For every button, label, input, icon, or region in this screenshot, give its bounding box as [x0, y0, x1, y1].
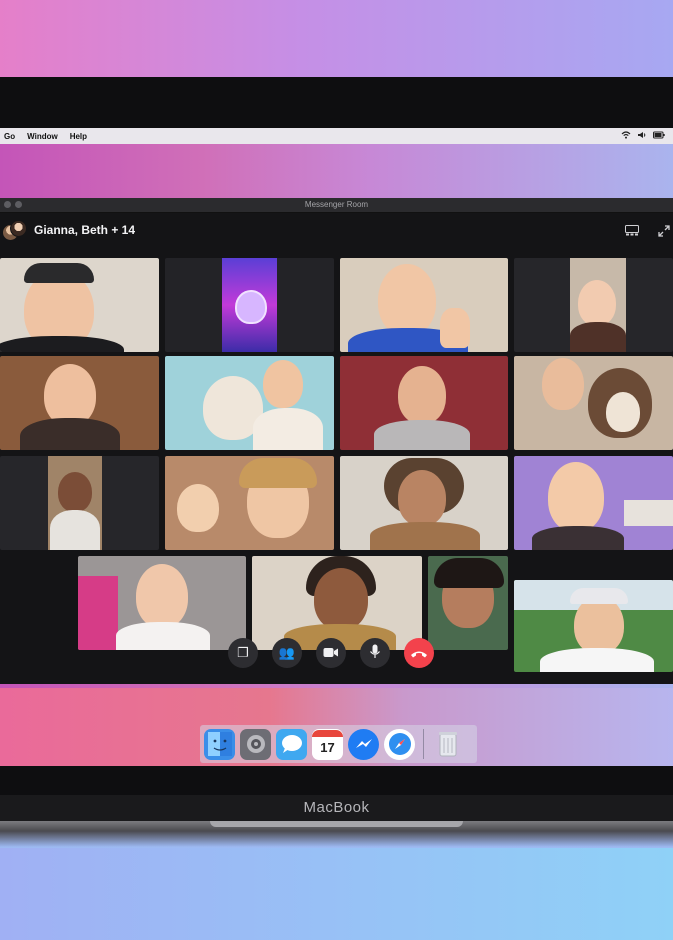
window-title: Messenger Room	[304, 200, 369, 209]
window-titlebar: Messenger Room	[0, 198, 673, 213]
calendar-icon[interactable]: 17	[312, 728, 343, 760]
background-gradient-top	[0, 0, 673, 80]
laptop-shadow	[0, 831, 673, 847]
share-screen-button[interactable]: ❐	[228, 638, 258, 668]
menu-go[interactable]: Go	[0, 132, 15, 141]
messages-icon[interactable]	[276, 728, 307, 760]
video-tile[interactable]	[340, 356, 508, 450]
end-call-icon	[410, 646, 428, 661]
menu-bar: Go Window Help	[0, 128, 673, 144]
video-tile[interactable]	[165, 356, 334, 450]
microphone-icon	[369, 644, 381, 662]
dock: 17	[200, 725, 477, 763]
laptop-chin	[0, 766, 673, 795]
video-tile[interactable]	[514, 580, 673, 672]
messenger-window: Messenger Room Gianna, Beth + 14 ❐ 👥	[0, 198, 673, 684]
share-screen-icon: ❐	[237, 645, 249, 660]
battery-icon[interactable]	[653, 131, 665, 141]
video-tile[interactable]	[514, 456, 673, 550]
video-tile[interactable]	[0, 356, 159, 450]
participants-button[interactable]: 👥	[272, 638, 302, 668]
messenger-icon[interactable]	[348, 728, 379, 760]
wifi-icon[interactable]	[621, 131, 631, 141]
safari-icon[interactable]	[384, 728, 415, 760]
gear-icon[interactable]	[240, 728, 271, 760]
video-tile[interactable]	[514, 258, 673, 352]
call-controls: ❐ 👥	[228, 638, 434, 668]
video-tile[interactable]	[0, 456, 159, 550]
microphone-button[interactable]	[360, 638, 390, 668]
volume-icon[interactable]	[637, 131, 647, 141]
menu-status-area	[621, 131, 673, 141]
video-tile[interactable]	[514, 356, 673, 450]
video-tile[interactable]	[78, 556, 246, 650]
header-actions	[625, 225, 671, 237]
avatar	[10, 220, 27, 237]
background-gradient-bottom	[0, 848, 673, 940]
video-tile[interactable]	[252, 556, 422, 650]
dock-separator	[423, 729, 424, 759]
group-avatars	[2, 220, 27, 241]
video-tile[interactable]	[340, 258, 508, 352]
video-tile[interactable]	[0, 258, 159, 352]
finder-icon[interactable]	[204, 728, 235, 760]
video-tile[interactable]	[340, 456, 508, 550]
laptop-screen: Go Window Help Messenger Room Gianna, Be…	[0, 128, 673, 766]
video-tile[interactable]	[165, 258, 334, 352]
call-header: Gianna, Beth + 14	[0, 213, 673, 247]
menu-window[interactable]: Window	[23, 132, 58, 141]
camera-button[interactable]	[316, 638, 346, 668]
camera-icon	[323, 646, 339, 661]
trash-icon[interactable]	[432, 729, 463, 760]
fullscreen-icon[interactable]	[657, 225, 671, 237]
video-tile[interactable]	[428, 556, 508, 650]
laptop-notch	[210, 821, 463, 827]
video-tile[interactable]	[165, 456, 334, 550]
menu-help[interactable]: Help	[66, 132, 87, 141]
gallery-view-icon[interactable]	[625, 225, 639, 237]
end-call-button[interactable]	[404, 638, 434, 668]
participants-icon: 👥	[278, 645, 296, 660]
device-brand: MacBook	[0, 795, 673, 821]
video-grid	[0, 246, 673, 684]
group-name[interactable]: Gianna, Beth + 14	[34, 223, 135, 237]
